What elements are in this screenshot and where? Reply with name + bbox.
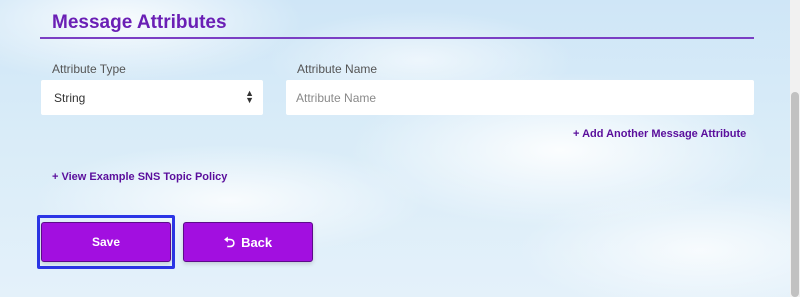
back-button[interactable]: ⮌ Back [183, 222, 313, 262]
back-button-label: Back [241, 234, 273, 250]
section-divider [40, 37, 754, 39]
section-title: Message Attributes [52, 12, 227, 33]
attribute-type-label: Attribute Type [52, 62, 126, 76]
view-policy-link[interactable]: + View Example SNS Topic Policy [52, 171, 227, 183]
attribute-name-input[interactable] [286, 80, 754, 115]
undo-arrow-icon: ⮌ [223, 234, 236, 250]
save-button-label: Save [91, 235, 121, 249]
attribute-type-select[interactable]: String ▲ ▼ [41, 80, 263, 115]
attribute-type-value: String [54, 90, 86, 105]
page-scrollbar[interactable] [790, 0, 800, 297]
scrollbar-thumb[interactable] [791, 92, 799, 297]
select-arrows-icon: ▲ ▼ [245, 88, 254, 105]
add-attribute-link[interactable]: + Add Another Message Attribute [573, 128, 746, 140]
attribute-name-label: Attribute Name [297, 62, 378, 76]
save-button[interactable]: Save [41, 222, 171, 262]
